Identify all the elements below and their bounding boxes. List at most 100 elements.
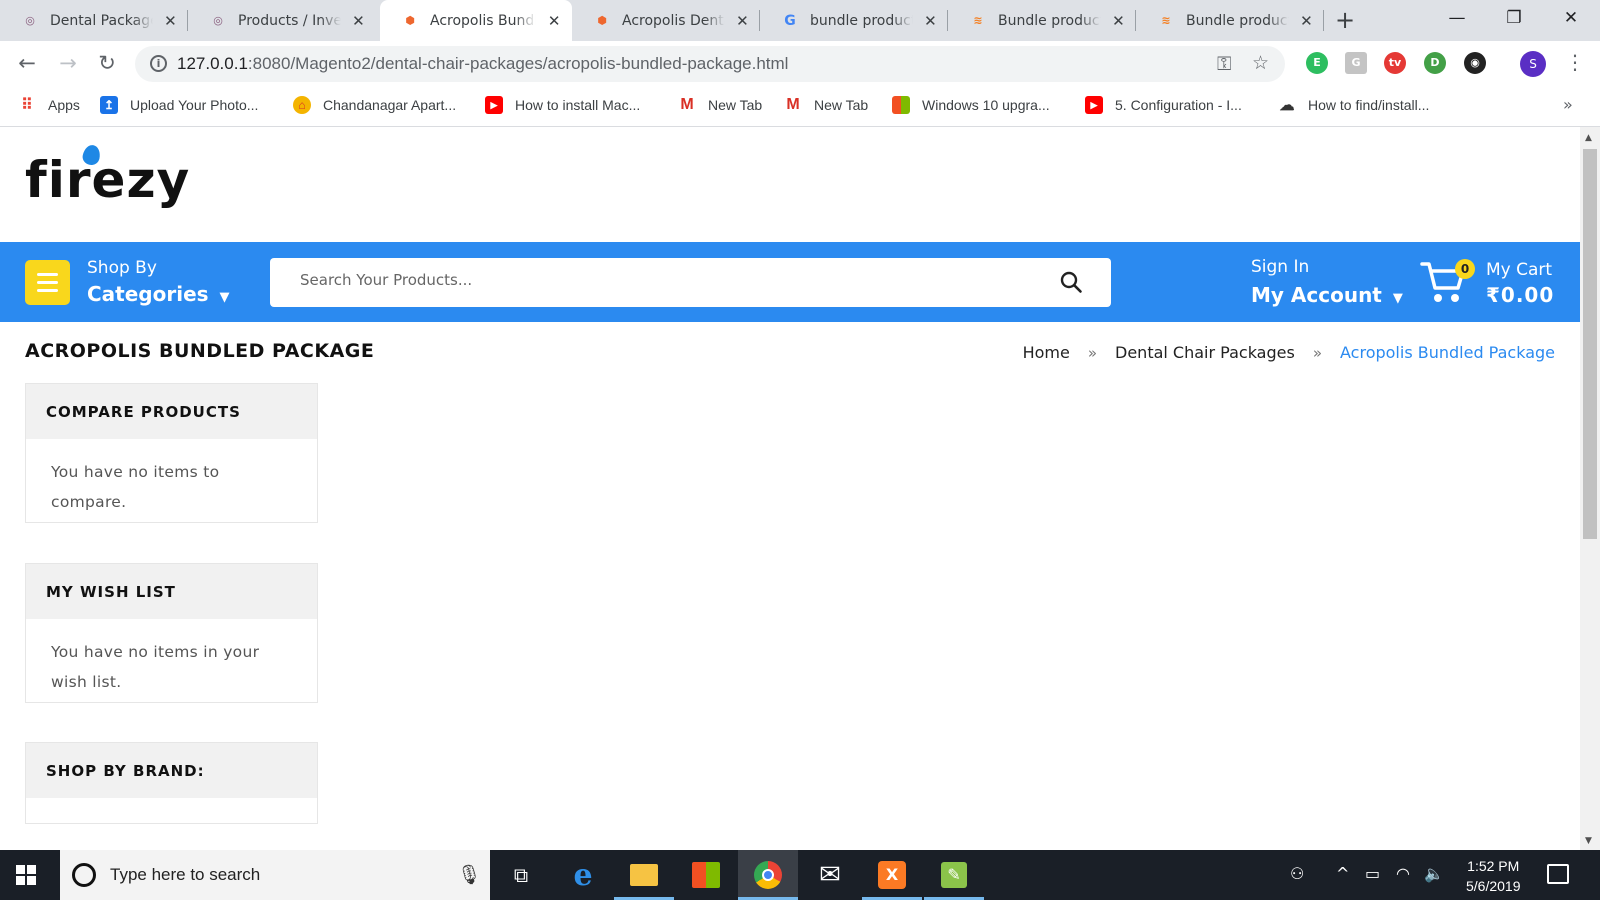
bookmark-item[interactable]: ⠿ Apps bbox=[18, 96, 80, 114]
battery-icon[interactable]: ▭ bbox=[1365, 864, 1380, 883]
store-icon[interactable] bbox=[676, 850, 736, 900]
bookmarks-overflow-icon[interactable]: » bbox=[1563, 95, 1573, 114]
edge-browser-icon[interactable]: e bbox=[553, 850, 613, 900]
apps-grid-icon: ⠿ bbox=[21, 97, 33, 114]
bookmark-item[interactable]: ↥ Upload Your Photo... bbox=[100, 96, 258, 114]
close-tab-icon[interactable]: ✕ bbox=[735, 12, 750, 30]
microphone-icon[interactable]: 🎙 bbox=[457, 863, 481, 886]
bookmark-item[interactable]: ☁ How to find/install... bbox=[1278, 96, 1430, 114]
browser-toolbar: ← → ↻ i 127.0.0.1:8080/Magento2/dental-c… bbox=[0, 41, 1600, 87]
browser-tab[interactable]: ≋ Bundle products ✕ bbox=[1136, 0, 1324, 41]
windows-start-icon[interactable] bbox=[16, 865, 36, 885]
id-extension-icon[interactable]: D bbox=[1424, 52, 1446, 74]
double-chevron-right-icon: » bbox=[1087, 343, 1098, 362]
browser-tab[interactable]: ⬢ Acropolis Dental ✕ bbox=[572, 0, 760, 41]
tab-separator bbox=[1323, 10, 1324, 31]
close-tab-icon[interactable]: ✕ bbox=[923, 12, 938, 30]
wifi-icon[interactable]: ◠ bbox=[1396, 864, 1410, 883]
tv-extension-icon[interactable]: tv bbox=[1384, 52, 1406, 74]
youtube-icon: ▶ bbox=[1085, 96, 1103, 114]
browser-tab[interactable]: ◎ Products / Inventory ✕ bbox=[188, 0, 376, 41]
color-picker-extension-icon[interactable]: ◉ bbox=[1464, 52, 1486, 74]
magento-favicon-icon: ⬢ bbox=[597, 14, 607, 27]
windows-taskbar: Type here to search 🎙 ⧉ e ✉ X ✎ ⚇ ^ ▭ ◠ … bbox=[0, 850, 1600, 900]
search-icon[interactable] bbox=[1059, 270, 1083, 294]
bookmark-item[interactable]: ▶ 5. Configuration - I... bbox=[1085, 96, 1242, 114]
new-tab-plus-icon[interactable]: + bbox=[1335, 6, 1355, 34]
bookmark-item[interactable]: Windows 10 upgra... bbox=[892, 96, 1050, 114]
sign-in-link[interactable]: Sign In bbox=[1251, 257, 1309, 277]
tab-title: Products / Inventory bbox=[238, 12, 341, 29]
bookmark-item[interactable]: ⌂ Chandanagar Apart... bbox=[293, 96, 456, 114]
profile-avatar[interactable]: S bbox=[1520, 51, 1546, 77]
site-info-icon[interactable]: i bbox=[150, 55, 167, 72]
url-host: 127.0.0.1 bbox=[177, 54, 248, 73]
bookmark-label: How to find/install... bbox=[1308, 97, 1430, 113]
shop-by-label: Shop By bbox=[87, 258, 157, 278]
close-tab-icon[interactable]: ✕ bbox=[163, 12, 178, 30]
web-page: firezy Shop By Categories ▼ Sign In My A… bbox=[0, 127, 1580, 850]
back-arrow-icon[interactable]: ← bbox=[14, 51, 40, 75]
browser-tab[interactable]: ◎ Dental Packages ✕ bbox=[0, 0, 188, 41]
product-search-box bbox=[270, 258, 1111, 307]
site-logo[interactable]: firezy bbox=[25, 143, 190, 209]
scroll-up-arrow-icon[interactable]: ▲ bbox=[1585, 133, 1592, 143]
notepad-plus-icon[interactable]: ✎ bbox=[924, 850, 984, 900]
file-explorer-icon[interactable] bbox=[614, 850, 674, 900]
my-account-dropdown[interactable]: My Account ▼ bbox=[1251, 283, 1403, 307]
double-chevron-right-icon: » bbox=[1312, 343, 1322, 362]
search-input[interactable] bbox=[300, 271, 1000, 289]
shop-by-brand-block: SHOP BY BRAND: bbox=[25, 742, 318, 824]
categories-menu-icon[interactable] bbox=[25, 260, 70, 305]
url-text[interactable]: 127.0.0.1:8080/Magento2/dental-chair-pac… bbox=[177, 54, 788, 74]
xampp-icon[interactable]: X bbox=[862, 850, 922, 900]
close-tab-icon[interactable]: ✕ bbox=[546, 12, 562, 30]
evernote-extension-icon[interactable]: E bbox=[1306, 52, 1328, 74]
compare-products-block: COMPARE PRODUCTS You have no items to co… bbox=[25, 383, 318, 523]
my-cart-link[interactable]: My Cart bbox=[1486, 260, 1552, 280]
taskbar-clock[interactable]: 1:52 PM 5/6/2019 bbox=[1466, 856, 1521, 896]
windows-icon bbox=[892, 96, 910, 114]
categories-dropdown[interactable]: Categories ▼ bbox=[87, 282, 230, 306]
grammar-extension-icon[interactable]: G bbox=[1345, 52, 1367, 74]
bookmark-item[interactable]: M New Tab bbox=[678, 96, 762, 114]
bookmark-star-icon[interactable]: ☆ bbox=[1252, 52, 1269, 74]
breadcrumb-category[interactable]: Dental Chair Packages bbox=[1115, 343, 1295, 362]
taskbar-search[interactable]: Type here to search 🎙 bbox=[60, 850, 490, 900]
breadcrumb-home[interactable]: Home bbox=[1023, 343, 1070, 362]
close-window-icon[interactable]: ✕ bbox=[1561, 8, 1581, 28]
block-title: COMPARE PRODUCTS bbox=[26, 384, 317, 439]
chrome-icon[interactable] bbox=[738, 850, 798, 900]
people-icon[interactable]: ⚇ bbox=[1290, 864, 1304, 883]
action-center-icon[interactable] bbox=[1547, 864, 1569, 884]
task-view-icon[interactable]: ⧉ bbox=[491, 850, 551, 900]
close-tab-icon[interactable]: ✕ bbox=[1111, 12, 1126, 30]
breadcrumb-current: Acropolis Bundled Package bbox=[1340, 343, 1555, 362]
upload-icon: ↥ bbox=[100, 96, 118, 114]
page-scrollbar[interactable]: ▲ ▼ bbox=[1580, 127, 1600, 850]
browser-tab[interactable]: G bundle product ✕ bbox=[760, 0, 948, 41]
scrollbar-thumb[interactable] bbox=[1583, 149, 1597, 539]
bookmark-item[interactable]: ▶ How to install Mac... bbox=[485, 96, 640, 114]
scroll-down-arrow-icon[interactable]: ▼ bbox=[1585, 836, 1592, 846]
show-hidden-icons-chevron-icon[interactable]: ^ bbox=[1336, 864, 1349, 883]
key-icon[interactable]: ⚿ bbox=[1217, 53, 1231, 75]
tab-title: Dental Packages bbox=[50, 12, 153, 29]
restore-icon[interactable]: ❐ bbox=[1504, 8, 1524, 28]
mail-icon[interactable]: ✉ bbox=[800, 850, 860, 900]
browser-tab-active[interactable]: ⬢ Acropolis Bundled Package ✕ bbox=[380, 0, 572, 41]
bookmark-item[interactable]: M New Tab bbox=[784, 96, 868, 114]
close-tab-icon[interactable]: ✕ bbox=[351, 12, 366, 30]
address-bar[interactable]: i 127.0.0.1:8080/Magento2/dental-chair-p… bbox=[135, 46, 1285, 82]
gmail-icon: M bbox=[680, 96, 694, 113]
minimize-icon[interactable]: — bbox=[1447, 8, 1467, 28]
close-tab-icon[interactable]: ✕ bbox=[1299, 12, 1314, 30]
volume-icon[interactable]: 🔈 bbox=[1424, 864, 1444, 883]
forward-arrow-icon[interactable]: → bbox=[55, 51, 81, 75]
reload-icon[interactable]: ↻ bbox=[94, 51, 120, 75]
browser-tab[interactable]: ≋ Bundle products ✕ bbox=[948, 0, 1136, 41]
tab-title: Acropolis Dental bbox=[622, 12, 725, 29]
browser-menu-icon[interactable]: ⋮ bbox=[1565, 50, 1585, 74]
tool-icon: ☁ bbox=[1279, 97, 1295, 114]
block-content: You have no items in your wish list. bbox=[51, 643, 260, 691]
